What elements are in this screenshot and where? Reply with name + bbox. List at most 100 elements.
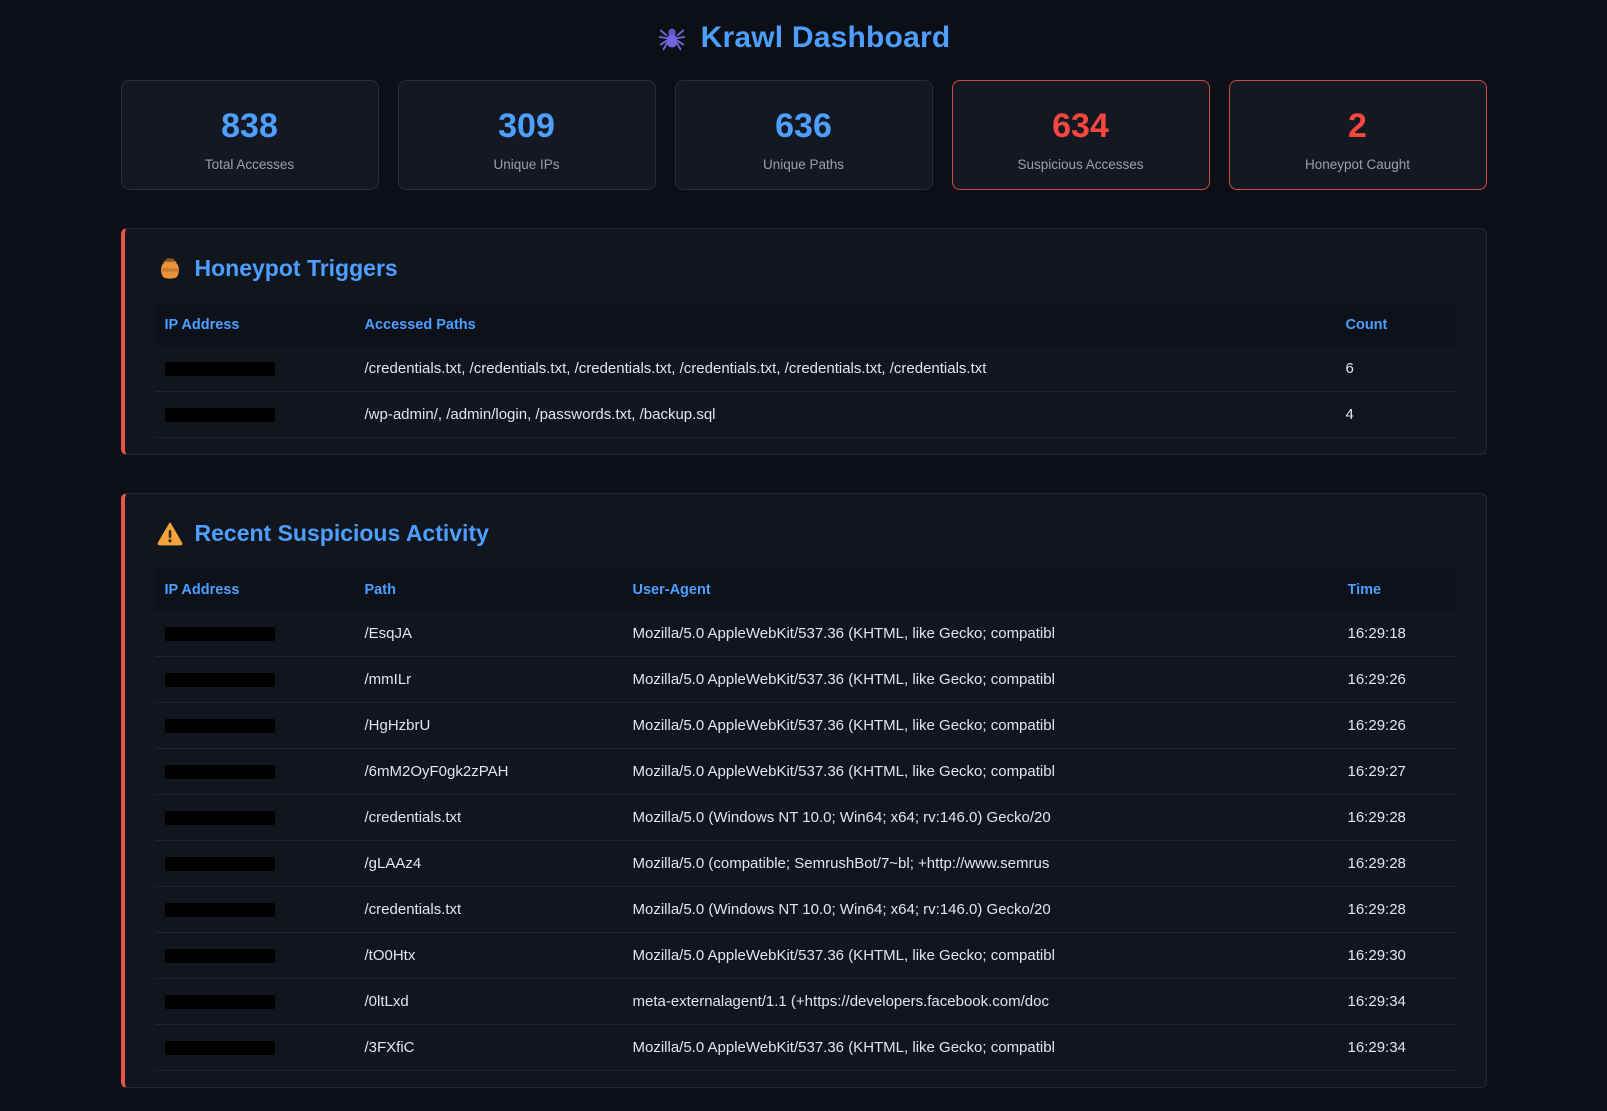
cell-path: /6mM2OyF0gk2zPAH xyxy=(355,749,623,795)
stat-label: Unique Paths xyxy=(686,157,922,172)
redacted-ip-bar xyxy=(165,949,275,963)
table-row: /0ltLxd meta-externalagent/1.1 (+https:/… xyxy=(155,979,1456,1025)
cell-ip xyxy=(155,611,355,657)
redacted-ip-bar xyxy=(165,408,275,422)
spider-icon xyxy=(657,23,687,53)
column-header-ip: IP Address xyxy=(155,569,355,611)
redacted-ip-bar xyxy=(165,1041,275,1055)
stat-value: 634 xyxy=(963,108,1199,145)
cell-time: 16:29:26 xyxy=(1338,703,1456,749)
cell-path: /gLAAz4 xyxy=(355,841,623,887)
column-header-ip: IP Address xyxy=(155,304,355,346)
suspicious-panel-title: Recent Suspicious Activity xyxy=(157,520,1456,547)
stat-value: 838 xyxy=(132,108,368,145)
cell-count: 4 xyxy=(1336,392,1456,438)
redacted-ip-bar xyxy=(165,995,275,1009)
cell-ip xyxy=(155,749,355,795)
table-row: /3FXfiC Mozilla/5.0 AppleWebKit/537.36 (… xyxy=(155,1025,1456,1071)
cell-path: /3FXfiC xyxy=(355,1025,623,1071)
stat-value: 309 xyxy=(409,108,645,145)
stat-card-unique-paths: 636 Unique Paths xyxy=(675,80,933,190)
stat-label: Honeypot Caught xyxy=(1240,157,1476,172)
cell-ip xyxy=(155,346,355,392)
cell-ip xyxy=(155,703,355,749)
stat-value: 2 xyxy=(1240,108,1476,145)
cell-path: /credentials.txt xyxy=(355,795,623,841)
cell-time: 16:29:26 xyxy=(1338,657,1456,703)
column-header-user-agent: User-Agent xyxy=(623,569,1338,611)
cell-path: /HgHzbrU xyxy=(355,703,623,749)
table-row: /mmILr Mozilla/5.0 AppleWebKit/537.36 (K… xyxy=(155,657,1456,703)
cell-time: 16:29:28 xyxy=(1338,795,1456,841)
cell-ip xyxy=(155,887,355,933)
redacted-ip-bar xyxy=(165,857,275,871)
table-row: /credentials.txt, /credentials.txt, /cre… xyxy=(155,346,1456,392)
krawl-dashboard-page: Krawl Dashboard 838 Total Accesses 309 U… xyxy=(0,0,1607,1111)
redacted-ip-bar xyxy=(165,719,275,733)
cell-path: /mmILr xyxy=(355,657,623,703)
cell-path: /EsqJA xyxy=(355,611,623,657)
table-row: /wp-admin/, /admin/login, /passwords.txt… xyxy=(155,392,1456,438)
table-row: /EsqJA Mozilla/5.0 AppleWebKit/537.36 (K… xyxy=(155,611,1456,657)
cell-path: /0ltLxd xyxy=(355,979,623,1025)
suspicious-activity-panel: Recent Suspicious Activity IP Address Pa… xyxy=(121,493,1487,1088)
cell-paths: /wp-admin/, /admin/login, /passwords.txt… xyxy=(355,392,1336,438)
cell-ip xyxy=(155,979,355,1025)
stat-card-unique-ips: 309 Unique IPs xyxy=(398,80,656,190)
stat-card-total-accesses: 838 Total Accesses xyxy=(121,80,379,190)
honeypot-panel-title-text: Honeypot Triggers xyxy=(195,255,398,282)
cell-user-agent: Mozilla/5.0 AppleWebKit/537.36 (KHTML, l… xyxy=(623,933,1338,979)
redacted-ip-bar xyxy=(165,903,275,917)
cell-user-agent: Mozilla/5.0 (Windows NT 10.0; Win64; x64… xyxy=(623,887,1338,933)
stat-cards: 838 Total Accesses 309 Unique IPs 636 Un… xyxy=(121,80,1487,190)
honeypot-panel-title: Honeypot Triggers xyxy=(157,255,1456,282)
redacted-ip-bar xyxy=(165,765,275,779)
cell-ip xyxy=(155,392,355,438)
main-container: Krawl Dashboard 838 Total Accesses 309 U… xyxy=(121,0,1487,1088)
table-row: /HgHzbrU Mozilla/5.0 AppleWebKit/537.36 … xyxy=(155,703,1456,749)
stat-label: Suspicious Accesses xyxy=(963,157,1199,172)
honey-pot-icon xyxy=(157,256,183,282)
page-title: Krawl Dashboard xyxy=(701,21,951,55)
suspicious-panel-title-text: Recent Suspicious Activity xyxy=(195,520,489,547)
cell-user-agent: Mozilla/5.0 AppleWebKit/537.36 (KHTML, l… xyxy=(623,611,1338,657)
suspicious-table-header-row: IP Address Path User-Agent Time xyxy=(155,569,1456,611)
cell-user-agent: Mozilla/5.0 (compatible; SemrushBot/7~bl… xyxy=(623,841,1338,887)
cell-time: 16:29:18 xyxy=(1338,611,1456,657)
cell-user-agent: meta-externalagent/1.1 (+https://develop… xyxy=(623,979,1338,1025)
column-header-count: Count xyxy=(1336,304,1456,346)
stat-value: 636 xyxy=(686,108,922,145)
cell-time: 16:29:28 xyxy=(1338,887,1456,933)
cell-paths: /credentials.txt, /credentials.txt, /cre… xyxy=(355,346,1336,392)
stat-card-suspicious-accesses: 634 Suspicious Accesses xyxy=(952,80,1210,190)
suspicious-table: IP Address Path User-Agent Time /EsqJA M… xyxy=(155,569,1456,1071)
cell-path: /tO0Htx xyxy=(355,933,623,979)
cell-ip xyxy=(155,657,355,703)
cell-user-agent: Mozilla/5.0 AppleWebKit/537.36 (KHTML, l… xyxy=(623,1025,1338,1071)
cell-path: /credentials.txt xyxy=(355,887,623,933)
cell-user-agent: Mozilla/5.0 (Windows NT 10.0; Win64; x64… xyxy=(623,795,1338,841)
redacted-ip-bar xyxy=(165,362,275,376)
table-row: /tO0Htx Mozilla/5.0 AppleWebKit/537.36 (… xyxy=(155,933,1456,979)
cell-time: 16:29:34 xyxy=(1338,1025,1456,1071)
table-row: /credentials.txt Mozilla/5.0 (Windows NT… xyxy=(155,887,1456,933)
stat-card-honeypot-caught: 2 Honeypot Caught xyxy=(1229,80,1487,190)
cell-user-agent: Mozilla/5.0 AppleWebKit/537.36 (KHTML, l… xyxy=(623,657,1338,703)
column-header-time: Time xyxy=(1338,569,1456,611)
cell-count: 6 xyxy=(1336,346,1456,392)
stat-label: Unique IPs xyxy=(409,157,645,172)
redacted-ip-bar xyxy=(165,673,275,687)
stat-label: Total Accesses xyxy=(132,157,368,172)
honeypot-table-header-row: IP Address Accessed Paths Count xyxy=(155,304,1456,346)
redacted-ip-bar xyxy=(165,627,275,641)
cell-time: 16:29:30 xyxy=(1338,933,1456,979)
cell-user-agent: Mozilla/5.0 AppleWebKit/537.36 (KHTML, l… xyxy=(623,703,1338,749)
cell-user-agent: Mozilla/5.0 AppleWebKit/537.36 (KHTML, l… xyxy=(623,749,1338,795)
redacted-ip-bar xyxy=(165,811,275,825)
cell-time: 16:29:27 xyxy=(1338,749,1456,795)
table-row: /credentials.txt Mozilla/5.0 (Windows NT… xyxy=(155,795,1456,841)
column-header-path: Path xyxy=(355,569,623,611)
column-header-paths: Accessed Paths xyxy=(355,304,1336,346)
warning-icon xyxy=(157,521,183,547)
header: Krawl Dashboard xyxy=(121,0,1487,60)
